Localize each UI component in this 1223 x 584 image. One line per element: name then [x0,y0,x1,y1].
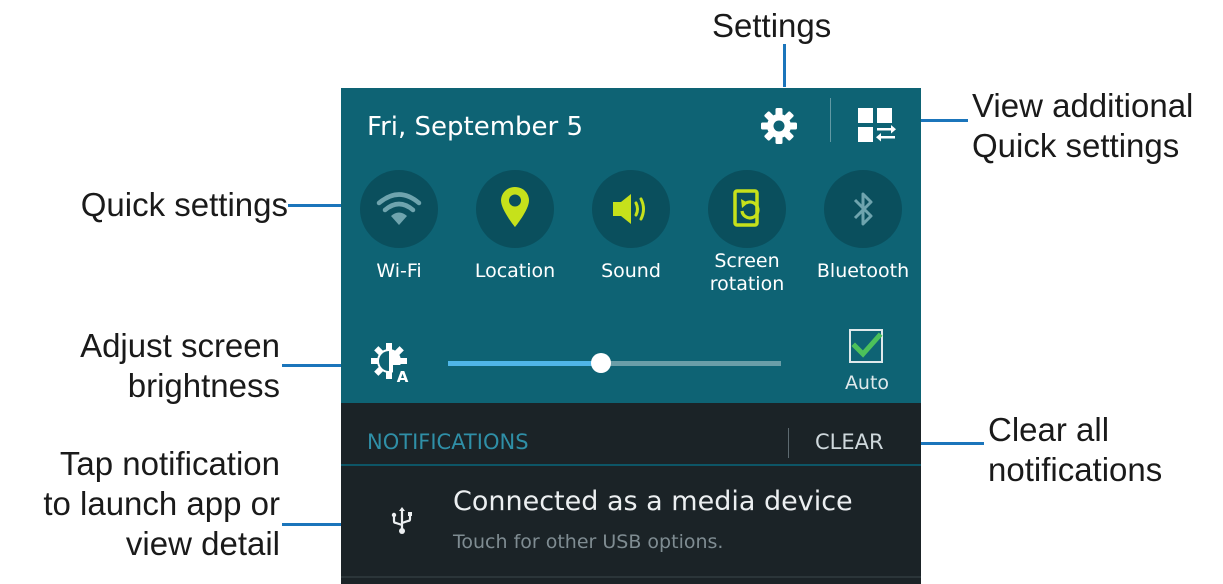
location-pin-icon [501,187,529,227]
notification-item-divider [341,576,921,578]
quick-setting-screen-rotation[interactable]: Screen rotation [689,170,805,300]
callout-adjust-brightness-line2: brightness [127,367,280,404]
notifications-section: NOTIFICATIONS CLEAR Connected as a media… [341,403,921,584]
callout-view-additional: View additional Quick settings [972,86,1193,166]
screen-rotation-icon [733,189,760,227]
quick-setting-label: Sound [601,260,661,282]
callout-clear-all: Clear all notifications [988,410,1162,490]
quick-setting-label: Bluetooth [816,260,910,282]
callout-line-tap-notification [282,523,350,526]
auto-brightness-label: Auto [844,372,890,394]
quick-setting-rotation-circle [708,170,786,248]
callout-view-additional-line1: View additional [972,87,1194,124]
header-divider [830,98,831,142]
quick-setting-label-line1: Screen [714,250,780,272]
callout-line-adjust-brightness [282,364,350,367]
callout-tap-notification-line1: Tap notification [59,445,280,482]
quick-setting-label: Location [474,260,556,282]
wifi-icon [376,192,422,225]
callout-clear-all-line2: notifications [988,451,1163,488]
grid-swap-icon[interactable] [856,106,900,144]
callout-line-settings [783,44,786,87]
quick-setting-label-line2: rotation [709,273,785,295]
quick-setting-bluetooth[interactable]: Bluetooth [805,170,921,300]
notification-subtitle: Touch for other USB options. [453,531,724,553]
quick-setting-sound[interactable]: Sound [573,170,689,300]
brightness-slider-fill [448,361,602,366]
callout-view-additional-line2: Quick settings [972,127,1180,164]
callout-quick-settings: Quick settings [80,186,288,223]
quick-setting-wifi-circle [360,170,438,248]
gear-icon[interactable] [760,107,798,145]
quick-setting-sound-circle [592,170,670,248]
quick-setting-location[interactable]: Location [457,170,573,300]
callout-tap-notification: Tap notification to launch app or view d… [0,444,280,564]
notifications-title: NOTIFICATIONS [367,430,529,454]
quick-settings-row: Wi-Fi Location Sound Screen rotation Blu… [341,170,921,300]
quick-setting-label: Screen rotation [689,250,805,296]
callout-adjust-brightness: Adjust screen brightness [20,326,280,406]
brightness-slider-thumb[interactable] [591,353,612,373]
callout-settings: Settings [712,7,832,44]
quick-setting-bluetooth-circle [824,170,902,248]
bluetooth-icon [853,192,873,226]
date-label: Fri, September 5 [367,112,584,142]
panel-header: Fri, September 5 [341,88,921,168]
notifications-header: NOTIFICATIONS CLEAR [341,403,921,465]
callout-clear-all-line1: Clear all [988,411,1110,448]
clear-notifications-button[interactable]: CLEAR [815,430,884,454]
notifications-divider [788,428,789,458]
callout-tap-notification-line3: view detail [125,525,280,562]
brightness-row: A Auto [341,323,921,403]
auto-brightness-checkbox[interactable] [849,329,883,363]
quick-setting-label: Wi-Fi [376,260,422,282]
notification-item[interactable]: Connected as a media device Touch for ot… [341,466,921,571]
quick-setting-location-circle [476,170,554,248]
svg-text:A: A [397,368,409,385]
usb-icon [390,506,414,536]
brightness-slider[interactable] [448,353,781,373]
quick-setting-wifi[interactable]: Wi-Fi [341,170,457,300]
notification-title: Connected as a media device [453,486,853,517]
checkmark-icon [851,332,883,358]
callout-tap-notification-line2: to launch app or [43,485,280,522]
brightness-auto-icon: A [369,341,413,386]
notification-panel: Fri, September 5 Wi-Fi Location Sound Sc… [341,88,921,584]
callout-adjust-brightness-line1: Adjust screen [80,327,280,364]
speaker-icon [613,194,645,224]
